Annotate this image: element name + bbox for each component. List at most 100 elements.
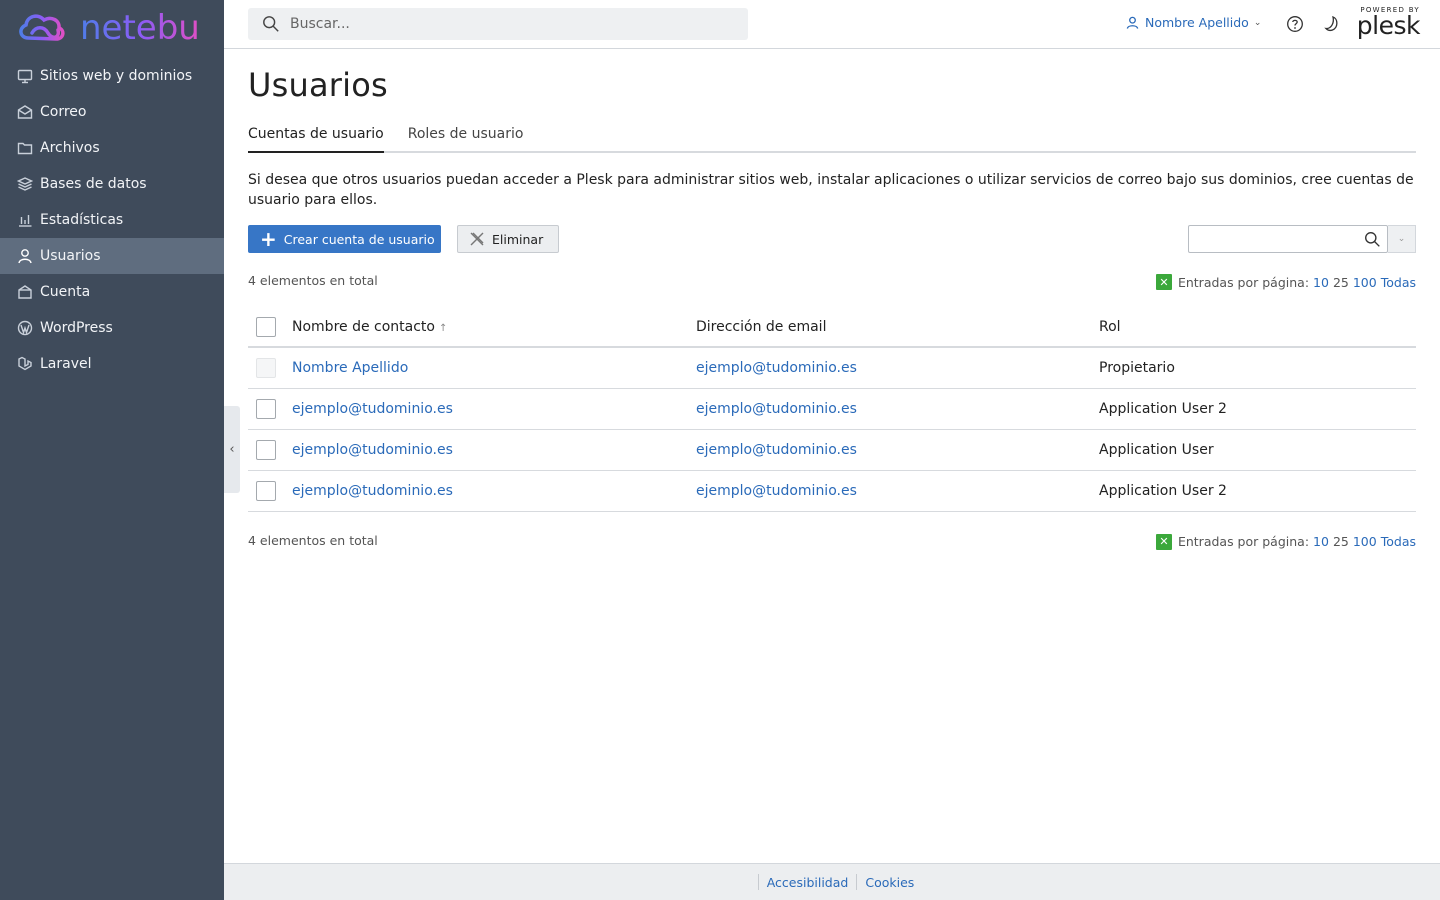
- plesk-logo[interactable]: POWERED BY plesk: [1356, 6, 1421, 42]
- delete-button[interactable]: Eliminar: [457, 225, 559, 253]
- dark-mode-icon[interactable]: [1323, 15, 1341, 33]
- sidebar-item-label: Sitios web y dominios: [40, 68, 193, 84]
- role-cell: Application User: [1099, 429, 1416, 471]
- sidebar-item-label: Usuarios: [40, 248, 101, 264]
- per-page-option[interactable]: Todas: [1381, 534, 1416, 549]
- row-select-cell: [248, 470, 292, 512]
- row-select-cell: [248, 388, 292, 430]
- tab-bar: Cuentas de usuario Roles de usuario: [248, 126, 1416, 153]
- excel-export-icon[interactable]: ✕: [1155, 533, 1172, 550]
- cookies-link[interactable]: Cookies: [865, 875, 914, 890]
- user-menu[interactable]: Nombre Apellido ⌄: [1126, 15, 1261, 30]
- create-user-label: Crear cuenta de usuario: [283, 231, 435, 247]
- per-page-option[interactable]: 25: [1333, 275, 1349, 290]
- per-page-option[interactable]: 10: [1313, 275, 1329, 290]
- contact-name-link[interactable]: ejemplo@tudominio.es: [292, 401, 453, 417]
- brand-name: netebu: [80, 8, 200, 48]
- user-icon: [1126, 16, 1139, 29]
- mail-icon: [16, 103, 34, 121]
- sidebar-item-label: Laravel: [40, 356, 92, 372]
- table-row: Nombre Apellido ejemplo@tudominio.es Propi…: [248, 347, 1416, 389]
- user-name: Nombre Apellido: [1145, 15, 1249, 30]
- plus-icon: +: [260, 227, 277, 251]
- per-page-option[interactable]: 10: [1313, 534, 1329, 549]
- table-header-row: Nombre de contacto ↑ Dirección de email R…: [248, 307, 1416, 348]
- sidebar-item-wordpress[interactable]: WordPress: [0, 310, 224, 346]
- row-checkbox[interactable]: [256, 480, 276, 501]
- monitor-icon: [16, 67, 34, 85]
- page-description: Si desea que otros usuarios puedan acced…: [248, 172, 1414, 208]
- per-page-option[interactable]: 25: [1333, 534, 1349, 549]
- contact-name-link[interactable]: ejemplo@tudominio.es: [292, 442, 453, 458]
- email-link[interactable]: ejemplo@tudominio.es: [696, 401, 857, 417]
- select-all-checkbox[interactable]: [256, 316, 276, 337]
- contact-name-cell: Nombre Apellido: [292, 347, 696, 389]
- per-page-options: 10 25 100 Todas: [1309, 534, 1416, 549]
- sidebar-item-laravel[interactable]: Laravel: [0, 346, 224, 382]
- total-count: 4 elementos en total: [248, 532, 378, 548]
- row-checkbox[interactable]: [256, 439, 276, 460]
- row-checkbox[interactable]: [256, 398, 276, 419]
- wordpress-icon: [16, 319, 34, 337]
- sidebar-nav: Sitios web y dominios Correo Archivos Bases…: [0, 58, 224, 382]
- sidebar-item-estadísticas[interactable]: Estadísticas: [0, 202, 224, 238]
- sidebar-item-archivos[interactable]: Archivos: [0, 130, 224, 166]
- email-cell: ejemplo@tudominio.es: [696, 470, 1099, 512]
- per-page-option[interactable]: 100: [1353, 534, 1377, 549]
- footer-divider: [856, 874, 858, 890]
- global-search[interactable]: [248, 8, 748, 40]
- sidebar-item-sitios-web-y-dominios[interactable]: Sitios web y dominios: [0, 58, 224, 94]
- email-link[interactable]: ejemplo@tudominio.es: [696, 483, 857, 499]
- list-search-input[interactable]: [1189, 226, 1357, 252]
- tab-user-roles[interactable]: Roles de usuario: [408, 126, 524, 153]
- row-select-cell: [248, 347, 292, 389]
- delete-icon: [470, 232, 484, 246]
- per-page-label: Entradas por página:: [1177, 534, 1310, 549]
- sidebar-item-cuenta[interactable]: Cuenta: [0, 274, 224, 310]
- brand-logo[interactable]: netebu: [0, 0, 224, 56]
- row-checkbox: [256, 357, 276, 378]
- contact-name-cell: ejemplo@tudominio.es: [292, 429, 696, 471]
- chevron-left-icon: ‹: [229, 442, 235, 457]
- help-icon[interactable]: [1286, 15, 1304, 33]
- role-cell: Application User 2: [1099, 470, 1416, 512]
- sidebar-item-label: Correo: [40, 104, 87, 120]
- per-page-option[interactable]: Todas: [1381, 275, 1416, 290]
- filter-dropdown-button[interactable]: ⌄: [1388, 225, 1416, 253]
- search-icon[interactable]: [1364, 231, 1381, 248]
- netebu-logo-icon: netebu: [19, 8, 200, 48]
- per-page-selector: ✕ Entradas por página: 10 25 100 Todas: [1155, 274, 1416, 290]
- tab-user-accounts[interactable]: Cuentas de usuario: [248, 126, 384, 153]
- role-cell: Propietario: [1099, 347, 1416, 389]
- per-page-option[interactable]: 100: [1353, 275, 1377, 290]
- search-input[interactable]: [290, 16, 730, 32]
- sidebar-item-bases-de-datos[interactable]: Bases de datos: [0, 166, 224, 202]
- list-search[interactable]: [1188, 225, 1388, 253]
- folder-icon: [16, 139, 34, 157]
- email-link[interactable]: ejemplo@tudominio.es: [696, 442, 857, 458]
- select-all-cell: [248, 307, 292, 348]
- create-user-button[interactable]: + Crear cuenta de usuario: [248, 225, 441, 253]
- column-header-label: Nombre de contacto: [292, 318, 435, 335]
- role-cell: Application User 2: [1099, 388, 1416, 430]
- contact-name-link[interactable]: Nombre Apellido: [292, 360, 408, 376]
- chevron-down-icon: ⌄: [1397, 234, 1406, 244]
- column-header-email[interactable]: Dirección de email: [696, 307, 1099, 348]
- list-toolbar: + Crear cuenta de usuario Eliminar ⌄: [248, 225, 1416, 253]
- users-table: Nombre de contacto ↑ Dirección de email R…: [248, 307, 1416, 512]
- sidebar-item-correo[interactable]: Correo: [0, 94, 224, 130]
- sidebar-collapse-button[interactable]: ‹: [224, 406, 240, 493]
- bar-chart-icon: [16, 211, 34, 229]
- contact-name-link[interactable]: ejemplo@tudominio.es: [292, 483, 453, 499]
- accessibility-link[interactable]: Accesibilidad: [767, 875, 849, 890]
- main-content: Usuarios Cuentas de usuario Roles de usua…: [248, 49, 1416, 551]
- column-header-role[interactable]: Rol: [1099, 307, 1416, 348]
- email-link[interactable]: ejemplo@tudominio.es: [696, 360, 857, 376]
- user-icon: [16, 247, 34, 265]
- excel-export-icon[interactable]: ✕: [1155, 274, 1172, 290]
- column-header-name[interactable]: Nombre de contacto ↑: [292, 307, 696, 348]
- top-bar: Nombre Apellido ⌄ POWERED BY plesk: [224, 0, 1440, 49]
- contact-name-cell: ejemplo@tudominio.es: [292, 470, 696, 512]
- sidebar-item-usuarios[interactable]: Usuarios: [0, 238, 224, 274]
- per-page-selector: ✕ Entradas por página: 10 25 100 Todas: [1155, 533, 1416, 550]
